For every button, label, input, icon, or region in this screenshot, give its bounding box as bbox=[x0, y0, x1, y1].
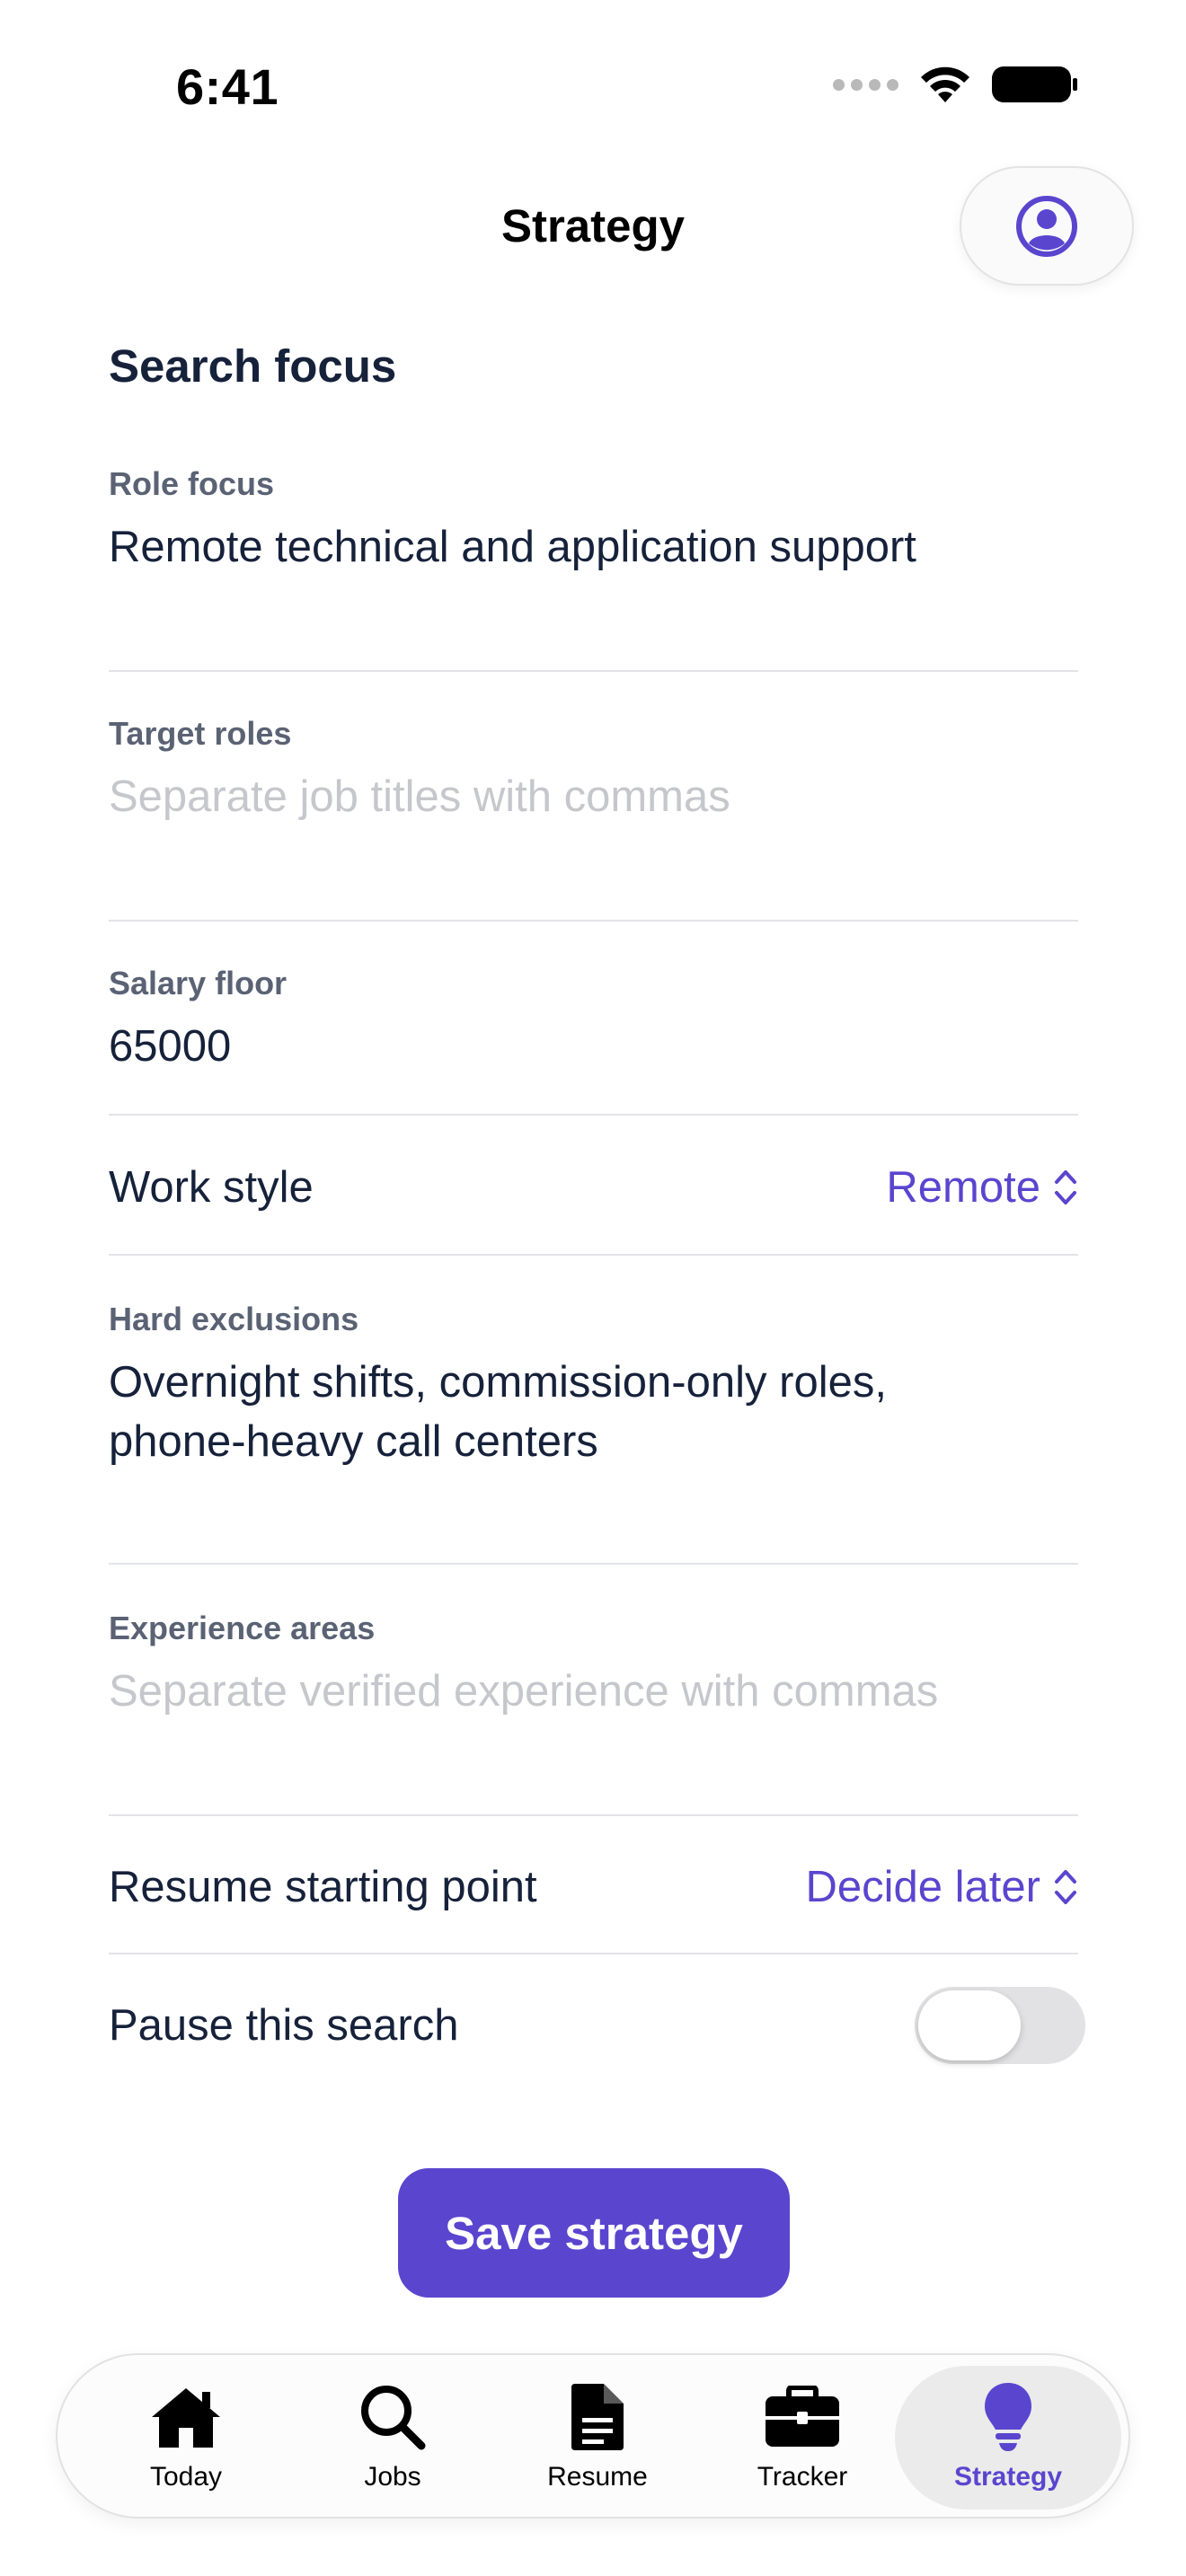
work-style-value: Remote bbox=[886, 1163, 1040, 1212]
divider bbox=[109, 1953, 1078, 1954]
tab-bar: Today Jobs Resume Tracker Strategy bbox=[56, 2353, 1130, 2519]
divider bbox=[109, 670, 1078, 672]
status-indicators bbox=[833, 65, 1078, 104]
target-roles-input[interactable]: Separate job titles with commas bbox=[109, 767, 1078, 826]
tab-resume[interactable]: Resume bbox=[491, 2366, 704, 2510]
role-focus-input[interactable]: Remote technical and application support bbox=[109, 517, 1078, 577]
battery-icon bbox=[992, 66, 1077, 102]
person-circle-icon bbox=[1016, 195, 1077, 257]
divider bbox=[109, 1814, 1078, 1816]
tab-tracker[interactable]: Tracker bbox=[695, 2366, 909, 2510]
tab-strategy[interactable]: Strategy bbox=[895, 2366, 1121, 2510]
document-icon bbox=[571, 2384, 624, 2450]
tab-label: Today bbox=[149, 2462, 223, 2492]
work-style-label: Work style bbox=[109, 1163, 314, 1212]
tab-today[interactable]: Today bbox=[79, 2366, 293, 2510]
experience-areas-label: Experience areas bbox=[109, 1610, 376, 1646]
chevron-up-down-icon bbox=[1055, 1870, 1076, 1904]
role-focus-label: Role focus bbox=[109, 465, 275, 502]
experience-areas-field[interactable]: Experience areas Separate verified exper… bbox=[109, 1610, 1078, 1721]
pause-search-toggle[interactable] bbox=[915, 1987, 1085, 2064]
chevron-up-down-icon bbox=[1055, 1170, 1076, 1204]
divider bbox=[109, 1114, 1078, 1116]
salary-floor-field[interactable]: Salary floor 65000 bbox=[109, 965, 1078, 1076]
tab-label: Strategy bbox=[953, 2462, 1063, 2492]
tab-label: Jobs bbox=[364, 2462, 421, 2492]
experience-areas-input[interactable]: Separate verified experience with commas bbox=[109, 1662, 1078, 1721]
target-roles-label: Target roles bbox=[109, 715, 292, 752]
resume-starting-point-picker[interactable]: Decide later bbox=[806, 1862, 1078, 1912]
profile-button[interactable] bbox=[960, 166, 1134, 286]
tab-label: Resume bbox=[547, 2462, 648, 2492]
section-title: Search focus bbox=[109, 340, 397, 392]
salary-floor-label: Salary floor bbox=[109, 965, 288, 1001]
hard-exclusions-line-2: phone-heavy call centers bbox=[109, 1417, 598, 1466]
status-time: 6:41 bbox=[176, 58, 279, 115]
hard-exclusions-label: Hard exclusions bbox=[109, 1301, 359, 1337]
divider bbox=[109, 1563, 1078, 1565]
wifi-icon bbox=[921, 66, 969, 102]
divider bbox=[109, 1254, 1078, 1256]
resume-starting-point-value: Decide later bbox=[805, 1863, 1040, 1911]
salary-floor-input[interactable]: 65000 bbox=[109, 1017, 1078, 1076]
magnifying-glass-icon bbox=[361, 2386, 426, 2450]
pause-search-label: Pause this search bbox=[109, 2001, 459, 2050]
work-style-row[interactable]: Work style Remote bbox=[109, 1147, 1078, 1228]
cellular-signal-icon bbox=[833, 78, 898, 91]
target-roles-field[interactable]: Target roles Separate job titles with co… bbox=[109, 715, 1078, 826]
save-strategy-button[interactable]: Save strategy bbox=[398, 2168, 790, 2298]
lightbulb-icon bbox=[985, 2383, 1031, 2451]
pause-search-row: Pause this search bbox=[109, 1985, 1085, 2066]
resume-starting-point-row[interactable]: Resume starting point Decide later bbox=[109, 1847, 1078, 1928]
tab-jobs[interactable]: Jobs bbox=[286, 2366, 500, 2510]
resume-starting-point-label: Resume starting point bbox=[109, 1863, 537, 1911]
briefcase-icon bbox=[766, 2386, 839, 2447]
hard-exclusions-input[interactable]: Overnight shifts, commission-only roles,… bbox=[109, 1353, 1078, 1471]
hard-exclusions-field[interactable]: Hard exclusions Overnight shifts, commis… bbox=[109, 1301, 1078, 1471]
divider bbox=[109, 920, 1078, 922]
hard-exclusions-line-1: Overnight shifts, commission-only roles, bbox=[109, 1358, 887, 1407]
house-icon bbox=[152, 2388, 220, 2448]
tab-label: Tracker bbox=[757, 2462, 848, 2492]
work-style-picker[interactable]: Remote bbox=[886, 1162, 1078, 1213]
role-focus-field[interactable]: Role focus Remote technical and applicat… bbox=[109, 465, 1078, 577]
toggle-knob bbox=[918, 1990, 1021, 2060]
strategy-screen: 6:41 Strategy Search focus Role focus Re… bbox=[0, 0, 1186, 2576]
